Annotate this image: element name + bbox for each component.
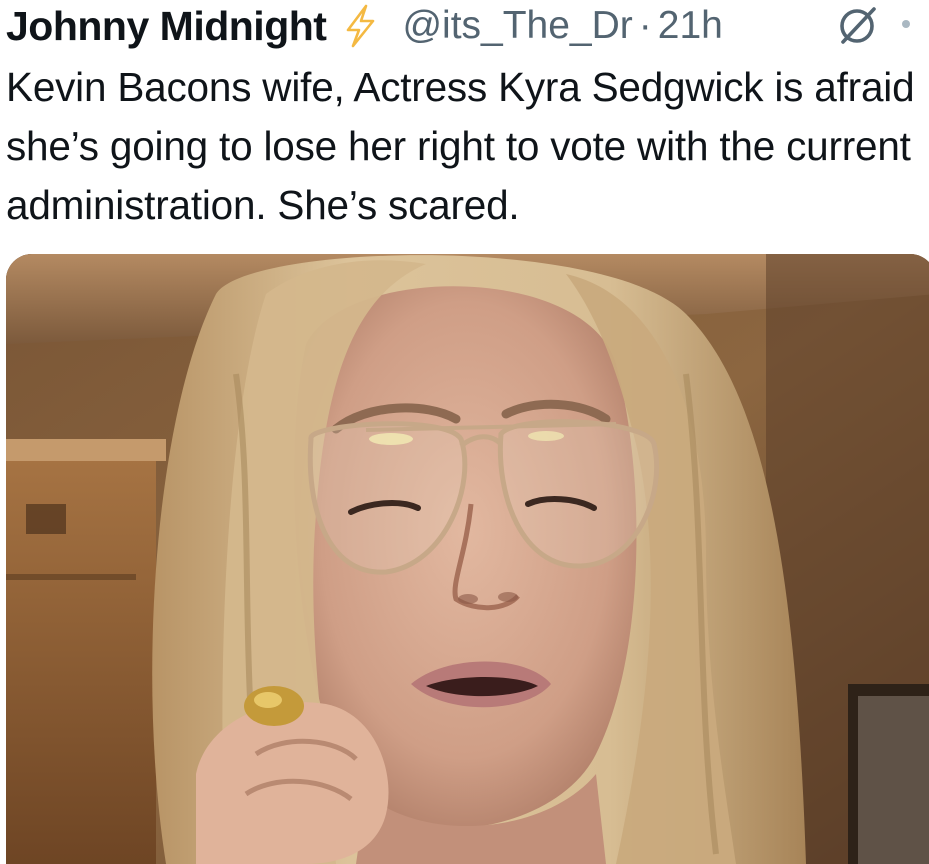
grok-slash-circle-icon[interactable]: [832, 2, 884, 48]
lightning-bolt-icon: [340, 3, 380, 49]
tweet-text: Kevin Bacons wife, Actress Kyra Sedgwick…: [6, 64, 915, 228]
author-handle[interactable]: @its_The_Dr: [402, 4, 632, 48]
timestamp[interactable]: 21h: [658, 4, 723, 48]
author-name[interactable]: Johnny Midnight: [6, 3, 327, 50]
separator-dot: ·: [638, 4, 652, 47]
more-options-icon[interactable]: [902, 20, 910, 28]
tweet-header: Johnny Midnight @its_The_Dr · 21h: [6, 0, 929, 52]
video-frame-image: [6, 254, 929, 864]
video-thumbnail[interactable]: [6, 254, 929, 864]
